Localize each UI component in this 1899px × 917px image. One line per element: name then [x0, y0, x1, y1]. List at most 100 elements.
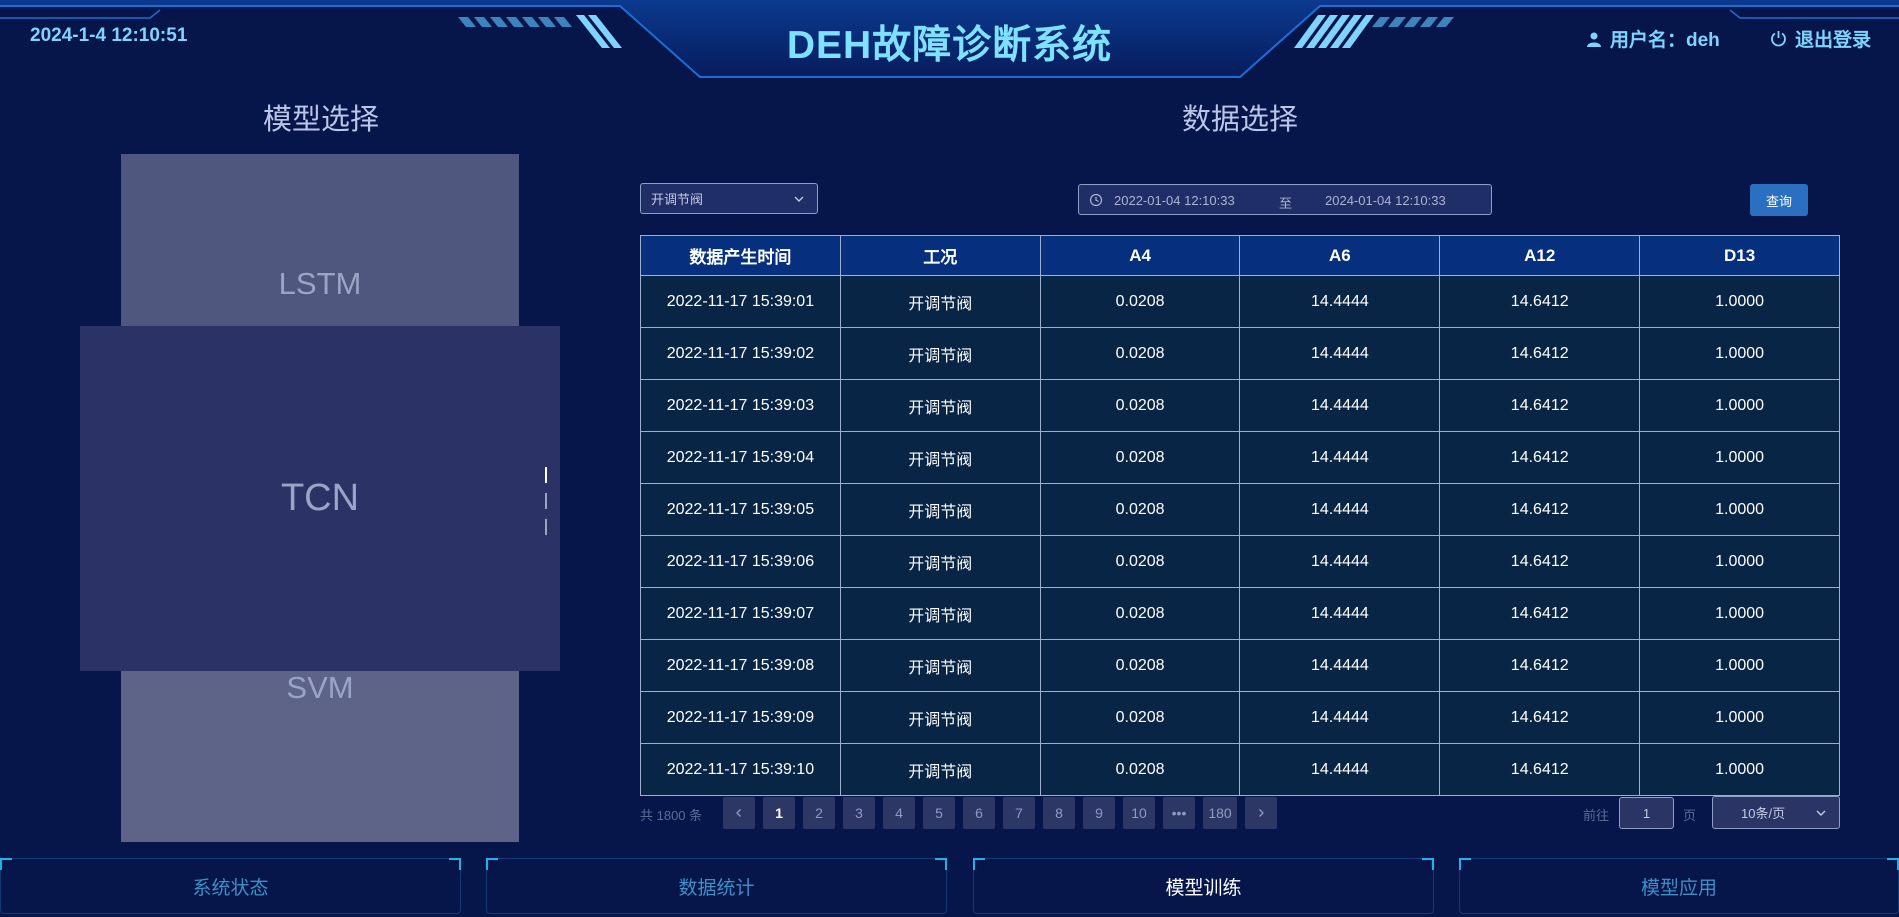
corner-decoration [449, 858, 461, 870]
nav-tab-system-status[interactable]: 系统状态 [0, 858, 461, 914]
page-button-7[interactable]: 7 [1003, 797, 1035, 829]
condition-select[interactable]: 开调节阀 [640, 183, 818, 214]
table-cell: 开调节阀 [839, 691, 1041, 744]
date-separator: 至 [1279, 196, 1293, 211]
page-button-6[interactable]: 6 [963, 797, 995, 829]
table-cell: 0.0208 [1039, 483, 1241, 536]
carousel-indicator[interactable] [545, 519, 547, 535]
table-cell: 1.0000 [1639, 327, 1840, 380]
carousel-indicator[interactable] [545, 467, 547, 483]
clock-icon [1089, 193, 1103, 207]
table-cell: 14.6412 [1439, 327, 1641, 380]
table-cell: 14.6412 [1439, 743, 1641, 796]
page-button-10[interactable]: 10 [1123, 797, 1155, 829]
nav-tab-model-training[interactable]: 模型训练 [973, 858, 1434, 914]
page-button-9[interactable]: 9 [1083, 797, 1115, 829]
table-cell: 0.0208 [1039, 379, 1241, 432]
table-row[interactable]: 2022-11-17 15:39:06 开调节阀 0.0208 14.4444 … [640, 535, 1840, 588]
more-pages-button[interactable]: ••• [1163, 797, 1195, 829]
table-cell: 1.0000 [1639, 639, 1840, 692]
corner-decoration [0, 858, 12, 870]
table-cell: 开调节阀 [839, 483, 1041, 536]
page-button-8[interactable]: 8 [1043, 797, 1075, 829]
logout-button[interactable]: 退出登录 [1770, 25, 1871, 52]
table-cell: 14.4444 [1239, 639, 1441, 692]
table-cell: 14.4444 [1239, 327, 1441, 380]
column-header[interactable]: 数据产生时间 [640, 235, 841, 276]
table-cell: 开调节阀 [839, 275, 1041, 328]
table-cell: 14.6412 [1439, 535, 1641, 588]
table-cell: 14.6412 [1439, 639, 1641, 692]
next-page-button[interactable] [1245, 797, 1277, 829]
column-header[interactable]: A12 [1439, 235, 1641, 276]
page-button-5[interactable]: 5 [923, 797, 955, 829]
table-cell: 2022-11-17 15:39:01 [640, 275, 841, 328]
table-cell: 1.0000 [1639, 587, 1840, 640]
nav-tab-label: 模型应用 [1640, 877, 1717, 899]
table-cell: 2022-11-17 15:39:06 [640, 535, 841, 588]
page-button-2[interactable]: 2 [803, 797, 835, 829]
table-row[interactable]: 2022-11-17 15:39:09 开调节阀 0.0208 14.4444 … [640, 691, 1840, 744]
model-card-tcn[interactable]: TCN [80, 326, 560, 671]
nav-tab-model-application[interactable]: 模型应用 [1459, 858, 1899, 914]
corner-decoration [486, 858, 498, 870]
column-header[interactable]: 工况 [839, 235, 1041, 276]
data-table: 数据产生时间 工况 A4 A6 A12 D13 2022-11-17 15:39… [640, 235, 1840, 796]
table-row[interactable]: 2022-11-17 15:39:01 开调节阀 0.0208 14.4444 … [640, 275, 1840, 328]
table-row[interactable]: 2022-11-17 15:39:10 开调节阀 0.0208 14.4444 … [640, 743, 1840, 796]
page-size-select[interactable]: 10条/页 [1712, 796, 1840, 829]
table-cell: 0.0208 [1039, 535, 1241, 588]
chevron-down-icon [1816, 810, 1826, 816]
table-cell: 14.4444 [1239, 535, 1441, 588]
query-button[interactable]: 查询 [1750, 184, 1808, 216]
carousel-indicators [545, 467, 549, 545]
table-row[interactable]: 2022-11-17 15:39:07 开调节阀 0.0208 14.4444 … [640, 587, 1840, 640]
model-card-lstm[interactable]: LSTM [121, 154, 519, 334]
table-cell: 开调节阀 [839, 431, 1041, 484]
table-cell: 2022-11-17 15:39:10 [640, 743, 841, 796]
logout-label: 退出登录 [1795, 30, 1872, 51]
table-row[interactable]: 2022-11-17 15:39:02 开调节阀 0.0208 14.4444 … [640, 327, 1840, 380]
corner-decoration [1887, 858, 1899, 870]
table-cell: 开调节阀 [839, 743, 1041, 796]
table-cell: 1.0000 [1639, 483, 1840, 536]
column-header[interactable]: A4 [1039, 235, 1241, 276]
date-end[interactable]: 2024-01-04 12:10:33 [1325, 193, 1446, 208]
column-header[interactable]: A6 [1239, 235, 1441, 276]
table-cell: 2022-11-17 15:39:08 [640, 639, 841, 692]
chevron-left-icon [736, 809, 741, 817]
page-button-4[interactable]: 4 [883, 797, 915, 829]
page-size-value: 10条/页 [1741, 806, 1786, 821]
table-cell: 14.4444 [1239, 743, 1441, 796]
page-button-3[interactable]: 3 [843, 797, 875, 829]
table-cell: 2022-11-17 15:39:07 [640, 587, 841, 640]
table-cell: 0.0208 [1039, 327, 1241, 380]
page-button-180[interactable]: 180 [1203, 797, 1237, 829]
nav-tab-data-statistics[interactable]: 数据统计 [486, 858, 947, 914]
table-cell: 开调节阀 [839, 379, 1041, 432]
carousel-indicator[interactable] [545, 493, 547, 509]
prev-page-button[interactable] [723, 797, 755, 829]
total-count: 共 1800 条 [640, 808, 703, 823]
date-range-picker[interactable]: 2022-01-04 12:10:33 至 2024-01-04 12:10:3… [1078, 184, 1492, 215]
table-cell: 0.0208 [1039, 639, 1241, 692]
table-row[interactable]: 2022-11-17 15:39:05 开调节阀 0.0208 14.4444 … [640, 483, 1840, 536]
table-cell: 2022-11-17 15:39:04 [640, 431, 841, 484]
corner-decoration [935, 858, 947, 870]
model-card-svm[interactable]: SVM [121, 660, 519, 842]
table-cell: 2022-11-17 15:39:05 [640, 483, 841, 536]
page-button-1[interactable]: 1 [763, 797, 795, 829]
corner-decoration [973, 858, 985, 870]
table-cell: 2022-11-17 15:39:02 [640, 327, 841, 380]
table-row[interactable]: 2022-11-17 15:39:08 开调节阀 0.0208 14.4444 … [640, 639, 1840, 692]
table-cell: 14.4444 [1239, 691, 1441, 744]
table-row[interactable]: 2022-11-17 15:39:04 开调节阀 0.0208 14.4444 … [640, 431, 1840, 484]
corner-decoration [1459, 858, 1471, 870]
date-start[interactable]: 2022-01-04 12:10:33 [1114, 193, 1235, 208]
table-cell: 1.0000 [1639, 535, 1840, 588]
goto-page-input[interactable] [1619, 797, 1674, 829]
column-header[interactable]: D13 [1639, 235, 1840, 276]
power-icon [1771, 31, 1786, 47]
table-cell: 开调节阀 [839, 327, 1041, 380]
table-row[interactable]: 2022-11-17 15:39:03 开调节阀 0.0208 14.4444 … [640, 379, 1840, 432]
